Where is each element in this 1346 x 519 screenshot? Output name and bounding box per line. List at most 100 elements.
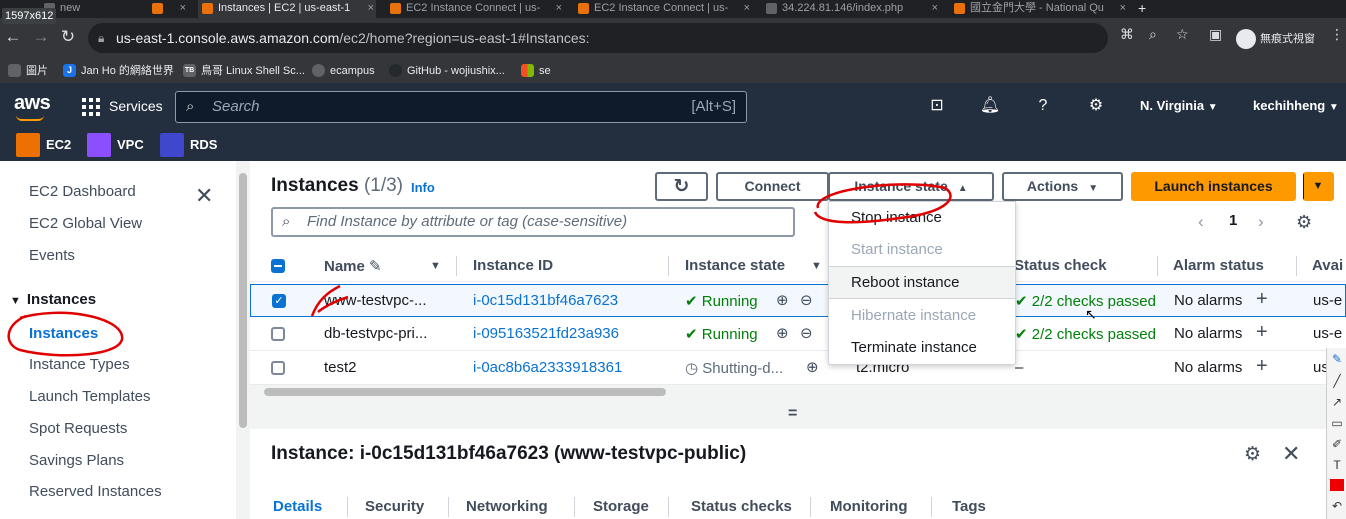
zoom-in-icon[interactable]: ⊕: [776, 324, 789, 342]
instance-id-link[interactable]: i-095163521fd23a936: [473, 325, 619, 342]
column-header-alarm-status[interactable]: Alarm status: [1173, 257, 1264, 274]
highlighter-icon[interactable]: ✐: [1330, 437, 1344, 451]
row-checkbox[interactable]: [271, 327, 285, 341]
browser-tab[interactable]: ×: [148, 0, 188, 18]
scrollbar-thumb[interactable]: [264, 388, 666, 396]
select-all-checkbox[interactable]: [271, 259, 285, 273]
zoom-out-icon[interactable]: ⊖: [800, 324, 813, 342]
table-row[interactable]: db-testvpc-pri... i-095163521fd23a936 ✔︎…: [250, 318, 1346, 351]
launch-instances-button[interactable]: Launch instances: [1131, 172, 1296, 201]
sidebar-item-events[interactable]: Events: [29, 247, 75, 264]
browser-tab[interactable]: new: [40, 0, 150, 18]
bookmark-item[interactable]: ecampus: [312, 63, 375, 79]
menu-item-reboot-instance[interactable]: Reboot instance: [851, 274, 959, 291]
reload-icon[interactable]: ↻: [57, 26, 79, 48]
tab-details[interactable]: Details: [273, 498, 322, 515]
notifications-bell-icon[interactable]: 🔔︎: [979, 95, 1001, 117]
browser-tab-active[interactable]: Instances | EC2 | us-east-1 ×: [198, 0, 376, 18]
column-divider[interactable]: [1157, 256, 1158, 276]
aws-search-input[interactable]: ⌕ Search [Alt+S]: [175, 91, 747, 123]
zoom-out-icon[interactable]: ⊖: [800, 291, 813, 309]
sidebar-item-spot-requests[interactable]: Spot Requests: [29, 420, 127, 437]
tab-close-icon[interactable]: ×: [368, 0, 374, 16]
bookmark-item[interactable]: J Jan Ho 的網絡世界: [63, 63, 174, 79]
zoom-icon[interactable]: ⌕: [1149, 26, 1157, 43]
column-header-availability-zone[interactable]: Avai: [1312, 257, 1343, 274]
back-icon[interactable]: ←: [2, 26, 24, 48]
favorite-ec2[interactable]: EC2: [16, 133, 71, 157]
close-icon[interactable]: ✕: [1282, 441, 1300, 467]
sidebar-item-instance-types[interactable]: Instance Types: [29, 356, 130, 373]
detail-settings-gear-icon[interactable]: ⚙: [1244, 443, 1261, 466]
table-settings-gear-icon[interactable]: ⚙: [1296, 212, 1312, 233]
sidebar-section-instances[interactable]: ▼ Instances: [10, 291, 96, 308]
browser-menu-icon[interactable]: ⋮: [1330, 26, 1344, 43]
tab-close-icon[interactable]: ×: [180, 0, 186, 16]
favorite-vpc[interactable]: VPC: [87, 133, 144, 157]
edit-pencil-icon[interactable]: ✎: [369, 258, 382, 275]
tab-security[interactable]: Security: [365, 498, 424, 515]
next-page-icon[interactable]: ›: [1258, 212, 1264, 232]
new-tab-icon[interactable]: +: [1134, 0, 1158, 18]
table-row[interactable]: test2 i-0ac8b6a2333918361 ◷ Shutting-d..…: [250, 352, 1346, 385]
tab-networking[interactable]: Networking: [466, 498, 548, 515]
menu-item-terminate-instance[interactable]: Terminate instance: [851, 339, 977, 356]
color-swatch-icon[interactable]: [1330, 479, 1344, 491]
bookmark-item[interactable]: se: [521, 63, 551, 79]
sort-caret-icon[interactable]: ▼: [811, 260, 822, 272]
zoom-in-icon[interactable]: ⊕: [806, 358, 819, 376]
close-icon[interactable]: ✕: [195, 183, 213, 209]
services-grid-icon[interactable]: [82, 98, 100, 116]
rectangle-icon[interactable]: ▭: [1330, 416, 1344, 430]
arrow-icon[interactable]: ↗: [1330, 395, 1344, 409]
bookmark-item[interactable]: TB 鳥哥 Linux Shell Sc...: [183, 63, 305, 79]
tab-status-checks[interactable]: Status checks: [691, 498, 792, 515]
row-checkbox[interactable]: ✓: [272, 294, 286, 308]
bookmark-star-icon[interactable]: ☆: [1176, 26, 1189, 43]
scrollbar-thumb[interactable]: [239, 173, 247, 428]
column-divider[interactable]: [668, 256, 669, 276]
region-selector[interactable]: N. Virginia ▼: [1140, 98, 1218, 113]
help-icon[interactable]: ?: [1032, 95, 1054, 117]
sidebar-item-savings-plans[interactable]: Savings Plans: [29, 452, 124, 469]
info-link[interactable]: Info: [411, 180, 435, 195]
drag-handle-icon[interactable]: =: [788, 405, 797, 423]
translate-icon[interactable]: ⌘: [1120, 26, 1134, 43]
actions-button[interactable]: Actions ▼: [1002, 172, 1123, 201]
connect-button[interactable]: Connect: [716, 172, 829, 201]
row-checkbox[interactable]: [271, 361, 285, 375]
table-horizontal-scrollbar[interactable]: [250, 385, 1346, 399]
aws-logo[interactable]: aws: [14, 92, 51, 121]
side-panel-icon[interactable]: ▣: [1209, 26, 1222, 43]
split-panel-divider[interactable]: =: [250, 399, 1346, 429]
url-field[interactable]: 🔒︎ us-east-1.console.aws.amazon.com/ec2/…: [88, 23, 1108, 53]
browser-tab[interactable]: 34.224.81.146/index.php ×: [762, 0, 940, 18]
column-divider[interactable]: [456, 256, 457, 276]
forward-icon[interactable]: →: [30, 26, 52, 48]
table-row[interactable]: ✓ www-testvpc-... i-0c15d131bf46a7623 ✔︎…: [250, 284, 1346, 317]
column-header-instance-id[interactable]: Instance ID: [473, 257, 553, 274]
pen-icon[interactable]: ✎: [1330, 352, 1344, 366]
sidebar-item-ec2-dashboard[interactable]: EC2 Dashboard: [29, 183, 136, 200]
favorite-rds[interactable]: RDS: [160, 133, 217, 157]
tab-monitoring[interactable]: Monitoring: [830, 498, 907, 515]
tab-close-icon[interactable]: ×: [744, 0, 750, 16]
instance-id-link[interactable]: i-0ac8b6a2333918361: [473, 359, 622, 376]
incognito-profile[interactable]: 無痕式視窗: [1236, 28, 1315, 50]
instance-id-link[interactable]: i-0c15d131bf46a7623: [473, 292, 618, 309]
tab-storage[interactable]: Storage: [593, 498, 649, 515]
browser-tab[interactable]: 國立金門大學 - National Qu ×: [950, 0, 1128, 18]
sidebar-item-launch-templates[interactable]: Launch Templates: [29, 388, 150, 405]
services-menu[interactable]: Services: [109, 98, 163, 114]
refresh-button[interactable]: ↻: [655, 172, 708, 201]
page-number[interactable]: 1: [1229, 212, 1237, 229]
add-alarm-icon[interactable]: +: [1256, 288, 1268, 311]
sidebar-item-global-view[interactable]: EC2 Global View: [29, 215, 142, 232]
sidebar-scrollbar[interactable]: [236, 161, 250, 519]
bookmark-item[interactable]: GitHub - wojiushix...: [389, 63, 505, 79]
add-alarm-icon[interactable]: +: [1256, 321, 1268, 344]
browser-tab[interactable]: EC2 Instance Connect | us- ×: [386, 0, 564, 18]
text-tool-icon[interactable]: T: [1330, 458, 1344, 472]
column-divider[interactable]: [1296, 256, 1297, 276]
bookmark-item[interactable]: 圖片: [8, 63, 48, 79]
